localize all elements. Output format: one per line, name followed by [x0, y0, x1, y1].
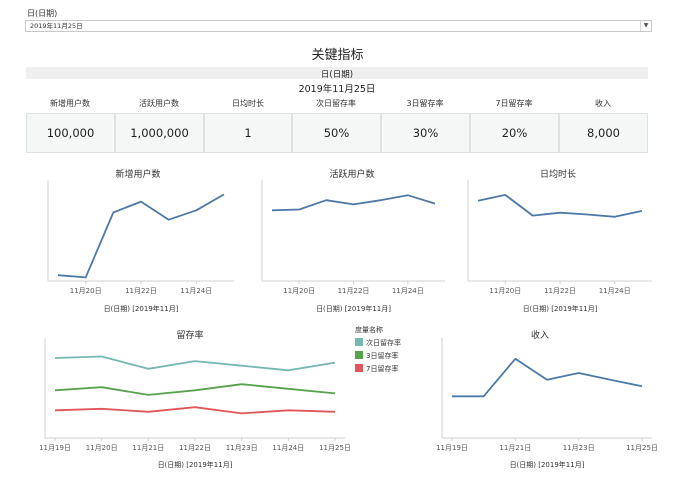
kpi-label-revenue: 收入 — [595, 99, 611, 108]
chart-title-active-users: 活跃用户数 — [329, 170, 375, 180]
x-axis-title-revenue: 日(日期) [2019年11月] — [509, 461, 585, 469]
legend-swatch-day7 — [355, 364, 363, 372]
legend-item-day3-retention[interactable]: 3日留存率 — [355, 351, 398, 361]
x-tick-label: 11月20日 — [489, 287, 521, 295]
chart-title-avg-duration: 日均时长 — [539, 170, 576, 180]
x-tick-label: 11月25日 — [626, 444, 658, 452]
date-filter-dropdown[interactable]: 2019年11月25日 ▼ — [25, 20, 652, 32]
legend-swatch-next-day — [355, 338, 363, 346]
kpi-label-day7-retention: 7日留存率 — [495, 99, 533, 108]
x-tick-label: 11月22日 — [544, 287, 576, 295]
kpi-value-next-day-retention: 50% — [292, 113, 381, 153]
x-tick-label: 11月21日 — [499, 444, 531, 452]
legend-title: 度量名称 — [355, 326, 383, 334]
chart-title-new-users: 新增用户数 — [115, 170, 161, 180]
kpi-label-next-day-retention: 次日留存率 — [316, 99, 356, 108]
x-tick-label: 11月24日 — [392, 287, 424, 295]
x-axis-title-active-users: 日(日期) [2019年11月] — [316, 305, 391, 313]
x-axis-title-retention: 日(日期) [2019年11月] — [157, 461, 233, 469]
kpi-label-day3-retention: 3日留存率 — [406, 99, 444, 108]
x-tick-label: 11月23日 — [563, 444, 595, 452]
x-tick-label: 11月22日 — [125, 287, 157, 295]
kpi-value-avg-duration: 1 — [204, 113, 292, 153]
x-axis-title-avg-duration: 日(日期) [2019年11月] — [522, 305, 598, 313]
kpi-date: 2019年11月25日 — [298, 84, 376, 95]
series-line-2 — [54, 406, 336, 415]
series-line — [452, 357, 643, 398]
kpi-label-avg-duration: 日均时长 — [232, 99, 264, 108]
legend-swatch-day3 — [355, 351, 363, 359]
kpi-label-active-users: 活跃用户数 — [139, 99, 179, 108]
x-tick-label: 11月20日 — [70, 287, 102, 295]
series-line — [57, 193, 225, 279]
x-tick-label: 11月23日 — [226, 444, 258, 452]
x-tick-label: 11月19日 — [39, 444, 71, 452]
kpi-value-active-users: 1,000,000 — [115, 113, 204, 153]
x-tick-label: 11月24日 — [599, 287, 631, 295]
kpi-label-new-users: 新增用户数 — [50, 99, 90, 108]
kpi-value-new-users: 100,000 — [26, 113, 115, 153]
chart-title-retention: 留存率 — [176, 331, 204, 341]
legend-label-next-day: 次日留存率 — [366, 339, 401, 347]
legend-label-day7: 7日留存率 — [366, 365, 399, 373]
kpi-value-revenue: 8,000 — [559, 113, 648, 153]
legend-item-next-day-retention[interactable]: 次日留存率 — [355, 338, 401, 348]
legend-item-day7-retention[interactable]: 7日留存率 — [355, 364, 398, 374]
x-tick-label: 11月20日 — [283, 287, 315, 295]
series-line-1 — [54, 383, 336, 396]
x-tick-label: 11月22日 — [338, 287, 370, 295]
date-filter-value: 2019年11月25日 — [30, 22, 83, 30]
series-line-0 — [54, 355, 336, 372]
x-tick-label: 11月22日 — [179, 444, 211, 452]
x-tick-label: 11月24日 — [180, 287, 212, 295]
kpi-value-day3-retention: 30% — [381, 113, 470, 153]
series-line — [271, 194, 436, 212]
x-tick-label: 11月24日 — [272, 444, 304, 452]
chart-title-revenue: 收入 — [530, 331, 549, 341]
filter-label: 日(日期) — [27, 9, 58, 18]
x-tick-label: 11月25日 — [319, 444, 351, 452]
chevron-down-icon[interactable]: ▼ — [640, 21, 651, 31]
kpi-value-day7-retention: 20% — [470, 113, 559, 153]
x-tick-label: 11月19日 — [436, 444, 468, 452]
x-tick-label: 11月21日 — [132, 444, 164, 452]
legend-label-day3: 3日留存率 — [366, 352, 399, 360]
series-line — [477, 193, 643, 218]
x-axis-title-new-users: 日(日期) [2019年11月] — [103, 305, 179, 313]
dashboard-title: 关键指标 — [311, 48, 364, 63]
x-tick-label: 11月20日 — [86, 444, 118, 452]
kpi-header-label: 日(日期) — [320, 70, 354, 80]
